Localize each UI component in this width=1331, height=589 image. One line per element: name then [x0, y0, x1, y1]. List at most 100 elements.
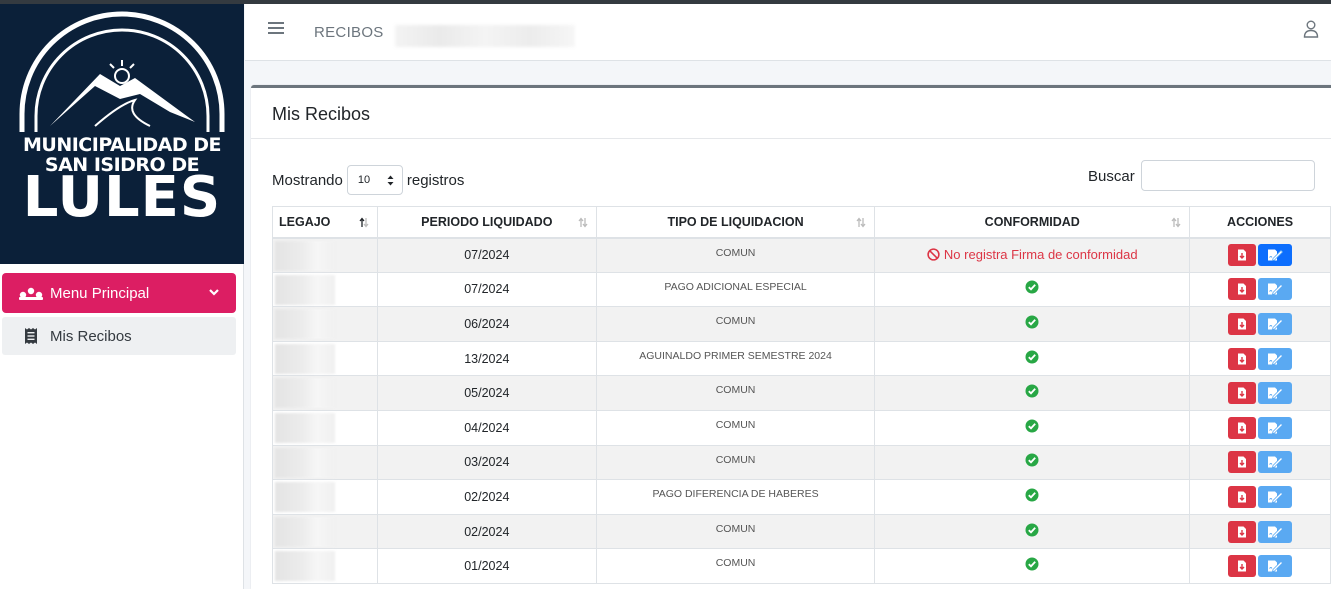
- sidebar: MUNICIPALIDAD DE SAN ISIDRO DE LULES Men…: [0, 4, 244, 589]
- page-length-select[interactable]: 10: [346, 165, 403, 195]
- cell-conformidad: [874, 444, 1191, 481]
- sign-conformity-button[interactable]: [1258, 520, 1293, 543]
- cell-conformidad: [874, 375, 1191, 411]
- logo-mountain-icon: [19, 11, 225, 132]
- sign-conformity-button[interactable]: [1258, 416, 1293, 439]
- download-pdf-button[interactable]: [1228, 451, 1257, 474]
- sign-conformity-button[interactable]: [1258, 555, 1293, 578]
- logo-line-3: LULES: [22, 165, 222, 230]
- cell-conformidad: No registra Firma de conformidad: [874, 237, 1191, 273]
- redacted-legajo: [275, 447, 335, 478]
- cell-tipo: COMUN: [595, 548, 876, 584]
- receipt-icon: [25, 328, 37, 344]
- download-pdf-button[interactable]: [1228, 347, 1257, 370]
- check-circle-icon: [1025, 488, 1039, 502]
- ban-icon: [927, 247, 940, 261]
- redacted-legajo: [275, 309, 335, 340]
- cell-periodo: 02/2024: [376, 513, 597, 550]
- cell-acciones: [1189, 513, 1331, 550]
- download-pdf-button[interactable]: [1228, 416, 1257, 439]
- cell-tipo: COMUN: [595, 444, 876, 481]
- table-row: 06/2024 COMUN: [272, 306, 1331, 342]
- breadcrumb[interactable]: RECIBOS: [314, 24, 384, 41]
- download-pdf-button[interactable]: [1228, 244, 1257, 267]
- cell-tipo: COMUN: [595, 513, 876, 550]
- cell-acciones: [1189, 409, 1331, 446]
- signature-icon: [1268, 560, 1284, 573]
- file-download-icon: [1238, 491, 1247, 503]
- cell-tipo: PAGO DIFERENCIA DE HABERES: [595, 479, 876, 515]
- cell-legajo: [272, 409, 378, 446]
- redacted-legajo: [275, 516, 335, 547]
- search-input[interactable]: [1141, 160, 1315, 191]
- length-suffix: registros: [406, 171, 465, 189]
- menu-principal-toggle[interactable]: Menu Principal: [2, 273, 236, 313]
- sign-conformity-button[interactable]: [1258, 382, 1293, 405]
- redacted-legajo: [275, 412, 335, 443]
- table-header-row: LEGAJO PERIODO LIQUIDADO TIPO DE LIQUIDA…: [272, 206, 1331, 239]
- table-row: 07/2024 PAGO ADICIONAL ESPECIAL: [272, 271, 1331, 308]
- download-pdf-button[interactable]: [1228, 312, 1257, 335]
- column-header-periodo[interactable]: PERIODO LIQUIDADO: [376, 206, 597, 239]
- check-circle-icon: [1025, 453, 1039, 467]
- sign-conformity-button[interactable]: [1258, 312, 1293, 335]
- sort-icon: [578, 217, 588, 228]
- cell-acciones: [1189, 306, 1331, 342]
- sort-asc-icon: [359, 217, 369, 228]
- table-row: 02/2024 PAGO DIFERENCIA DE HABERES: [272, 479, 1331, 515]
- check-circle-icon: [1025, 523, 1039, 537]
- receipts-card: Mis Recibos Mostrando 10 registros Busca…: [251, 85, 1331, 589]
- user-icon[interactable]: [1303, 20, 1319, 38]
- cell-tipo: COMUN: [595, 409, 876, 446]
- cell-acciones: [1189, 479, 1331, 515]
- search-label: Buscar: [1088, 168, 1135, 185]
- download-pdf-button[interactable]: [1228, 555, 1257, 578]
- table-row: 07/2024 COMUN No registra Firma de conform…: [272, 237, 1331, 273]
- cell-tipo: COMUN: [595, 237, 876, 273]
- sign-conformity-button[interactable]: [1258, 485, 1293, 508]
- redacted-legajo: [275, 551, 335, 582]
- cell-conformidad: [874, 340, 1191, 377]
- file-download-icon: [1238, 560, 1247, 572]
- signature-icon: [1268, 456, 1284, 469]
- redacted-legajo: [275, 343, 335, 374]
- menu-principal-label: Menu Principal: [50, 284, 150, 302]
- sort-icon: [1171, 217, 1181, 228]
- column-header-conformidad[interactable]: CONFORMIDAD: [874, 206, 1191, 239]
- download-pdf-button[interactable]: [1228, 382, 1257, 405]
- file-download-icon: [1238, 526, 1247, 538]
- hamburger-menu-icon[interactable]: [268, 22, 284, 36]
- sign-conformity-button[interactable]: [1258, 347, 1293, 370]
- sign-conformity-button[interactable]: [1258, 278, 1293, 301]
- table-row: 03/2024 COMUN: [272, 444, 1331, 481]
- cell-tipo: COMUN: [595, 375, 876, 411]
- cell-acciones: [1189, 548, 1331, 584]
- signature-icon: [1268, 526, 1284, 538]
- download-pdf-button[interactable]: [1228, 278, 1257, 301]
- cell-acciones: [1189, 237, 1331, 273]
- cell-periodo: 13/2024: [376, 340, 597, 377]
- table-row: 02/2024 COMUN: [272, 513, 1331, 550]
- logo-line-1: MUNICIPALIDAD DE: [23, 134, 222, 156]
- cell-conformidad: [874, 409, 1191, 446]
- sitemap-icon: [19, 287, 43, 300]
- sign-conformity-button[interactable]: [1258, 451, 1293, 474]
- length-prefix: Mostrando: [272, 171, 343, 189]
- column-header-legajo[interactable]: LEGAJO: [272, 206, 378, 239]
- cell-acciones: [1189, 340, 1331, 377]
- file-download-icon: [1238, 387, 1247, 399]
- signature-icon: [1268, 353, 1284, 365]
- file-download-icon: [1238, 283, 1247, 295]
- select-arrows-icon: [387, 175, 394, 186]
- column-header-tipo[interactable]: TIPO DE LIQUIDACION: [595, 206, 876, 239]
- cell-conformidad: [874, 271, 1191, 308]
- file-download-icon: [1238, 422, 1247, 434]
- sign-conformity-button[interactable]: [1258, 244, 1293, 267]
- page-title: Mis Recibos: [272, 104, 371, 124]
- redacted-user-name: [395, 25, 575, 47]
- logo[interactable]: MUNICIPALIDAD DE SAN ISIDRO DE LULES: [0, 4, 244, 264]
- download-pdf-button[interactable]: [1228, 520, 1257, 543]
- sidebar-item-mis-recibos[interactable]: Mis Recibos: [2, 317, 236, 355]
- file-download-icon: [1238, 318, 1247, 330]
- download-pdf-button[interactable]: [1228, 485, 1257, 508]
